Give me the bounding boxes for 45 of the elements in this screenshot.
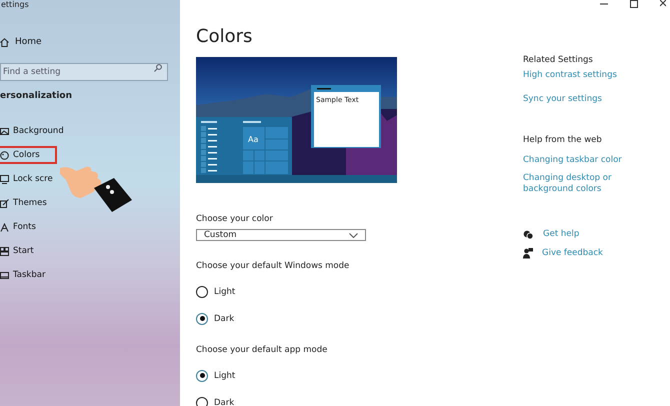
home-icon [0,38,9,46]
radio-option[interactable]: Dark [196,396,506,406]
help-link[interactable]: Changing taskbar color [523,155,663,166]
sidebar-item[interactable]: Colors [0,146,57,164]
radio-button[interactable] [196,312,208,324]
support-link[interactable]: Get help [543,229,580,240]
color-dropdown[interactable]: Custom [196,229,366,241]
sidebar-item[interactable]: Taskbar [0,266,180,284]
sidebar-item[interactable]: Fonts [0,218,180,236]
sidebar-item[interactable]: Background [0,122,180,140]
screen-icon [0,174,9,184]
section-heading: ersonalization [0,91,74,101]
brush-icon [0,198,9,208]
font-icon [0,222,9,232]
start-icon [0,246,9,256]
section-heading: Help from the web [523,135,603,145]
settings-link[interactable]: Sync your settings [523,94,663,105]
help-link[interactable]: Changing desktop or background colors [523,173,663,195]
radio-option[interactable]: Dark [196,312,506,325]
chevron-down-icon [349,232,358,238]
settings-link[interactable]: High contrast settings [523,70,663,81]
sidebar-item[interactable]: Lock scre [0,170,180,188]
tile-text: Aa [248,135,258,144]
home-link[interactable]: Home [0,34,180,50]
sidebar-item[interactable]: Start [0,242,180,260]
sidebar-item[interactable]: Themes [0,194,180,212]
group-label: Choose your default Windows mode [196,261,350,271]
section-heading: Related Settings [523,55,594,65]
feedback-icon [523,248,533,259]
page-title: Colors [196,26,254,48]
radio-button[interactable] [196,370,208,382]
taskbar-icon [0,270,9,280]
group-label: Choose your default app mode [196,345,328,355]
window-title: ettings [0,0,30,10]
search-field[interactable]: Find a setting [0,63,168,81]
picture-icon [0,126,9,136]
field-label: Choose your color [196,214,274,224]
maximize-icon[interactable] [630,0,638,8]
radio-option[interactable]: Light [196,285,506,298]
radio-button[interactable] [196,286,208,298]
support-link[interactable]: Give feedback [542,248,603,259]
search-icon [154,64,162,72]
radio-option[interactable]: Light [196,369,506,382]
radio-button[interactable] [196,396,208,406]
close-icon[interactable] [660,0,666,8]
